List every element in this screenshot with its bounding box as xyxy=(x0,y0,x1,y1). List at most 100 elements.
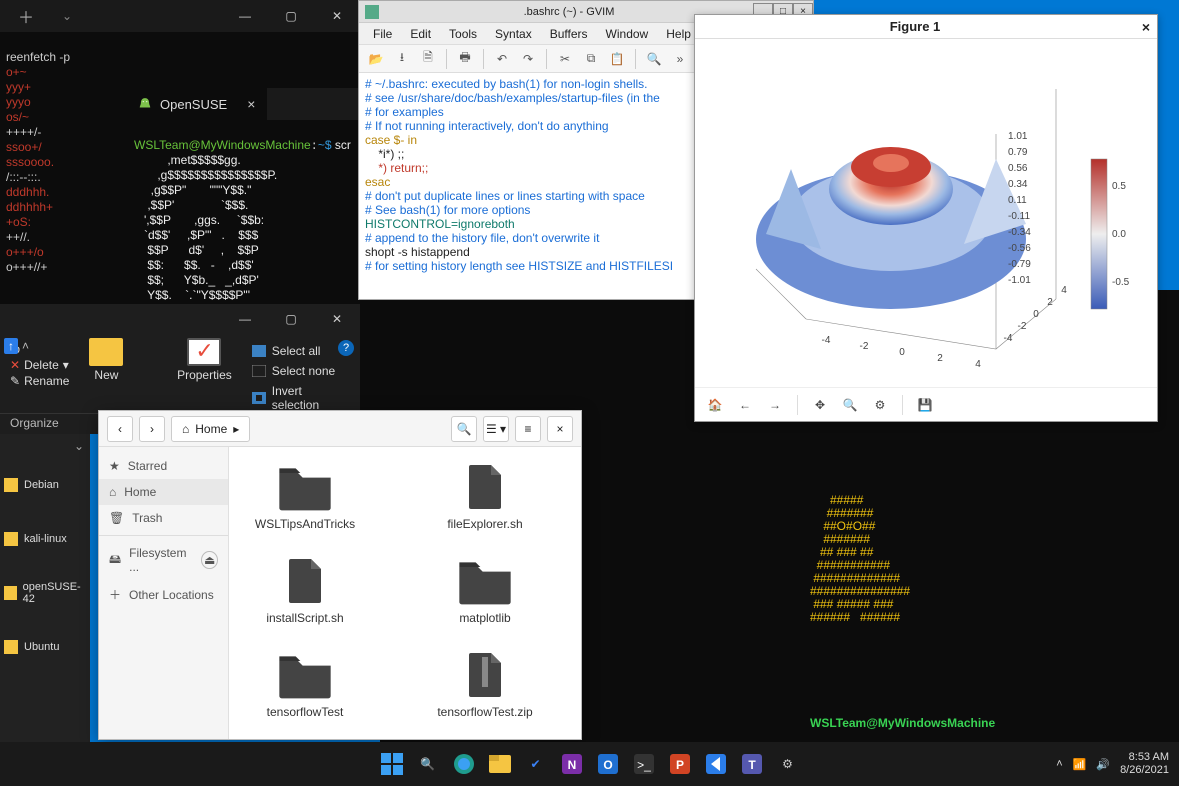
copy-icon[interactable]: ⧉ xyxy=(580,48,602,70)
vscode-icon[interactable] xyxy=(702,750,730,778)
help-icon[interactable]: ? xyxy=(338,340,354,356)
undo-icon[interactable]: ↶ xyxy=(491,48,513,70)
ribbon-close-button[interactable]: ✕ xyxy=(314,304,360,334)
cut-icon[interactable]: ✂ xyxy=(554,48,576,70)
edge-icon[interactable] xyxy=(450,750,478,778)
file-item[interactable]: installScript.sh xyxy=(245,557,365,625)
nav-forward-button[interactable]: › xyxy=(139,416,165,442)
nautilus-content[interactable]: WSLTipsAndTricks fileExplorer.sh installSc… xyxy=(229,447,581,739)
menu-syntax[interactable]: Syntax xyxy=(487,24,540,44)
sidebar-starred[interactable]: ★ Starred xyxy=(99,453,228,479)
tray-chevron-icon[interactable]: ˄ xyxy=(1056,758,1062,770)
sidebar-other-locations[interactable]: ＋ Other Locations xyxy=(99,580,228,609)
wifi-icon[interactable]: 📶 xyxy=(1073,758,1087,771)
open-icon[interactable]: 📂 xyxy=(365,48,387,70)
eject-icon[interactable]: ⏏ xyxy=(201,551,218,569)
file-item[interactable]: matplotlib xyxy=(425,557,545,625)
sidebar-trash[interactable]: 🗑 Trash xyxy=(99,505,228,531)
ribbon-collapse-icon[interactable]: ˄ xyxy=(22,339,29,353)
ribbon-maximize-button[interactable]: ▢ xyxy=(268,304,314,334)
todo-icon[interactable]: ✔ xyxy=(522,750,550,778)
windows-taskbar: 🔍 ✔ N O >_ P T ⚙ ˄ 📶 🔊 8:53 AM 8/26/2021 xyxy=(0,742,1179,786)
kali-dragon: ##### ####### ##O#O## ####### ## ### ## … xyxy=(810,468,1170,650)
view-list-button[interactable]: ☰ ▾ xyxy=(483,416,509,442)
select-none-button[interactable]: Select none xyxy=(252,362,350,380)
close-button[interactable]: ✕ xyxy=(314,0,360,32)
terminal-icon[interactable]: >_ xyxy=(630,750,658,778)
svg-text:-0.79: -0.79 xyxy=(1008,259,1031,270)
nautilus-sidebar: ★ Starred ⌂ Home 🗑 Trash 🖴 Filesystem ..… xyxy=(99,447,229,739)
save-icon[interactable]: ⭳ xyxy=(391,48,413,70)
menu-help[interactable]: Help xyxy=(658,24,699,44)
rename-button[interactable]: ✎Rename xyxy=(10,374,69,388)
svg-text:0.34: 0.34 xyxy=(1008,179,1028,190)
find-icon[interactable]: 🔍 xyxy=(643,48,665,70)
settings-icon[interactable]: ⚙ xyxy=(774,750,802,778)
search-button[interactable]: 🔍 xyxy=(451,416,477,442)
save-figure-icon[interactable]: 💾 xyxy=(913,393,937,417)
file-item[interactable]: fileExplorer.sh xyxy=(425,463,545,531)
taskbar-clock[interactable]: 8:53 AM 8/26/2021 xyxy=(1120,751,1169,777)
sidebar-home[interactable]: ⌂ Home xyxy=(99,479,228,505)
paste-icon[interactable]: 📋 xyxy=(606,48,628,70)
tab-opensuse[interactable]: OpenSUSE × xyxy=(126,88,267,120)
redo-icon[interactable]: ↷ xyxy=(517,48,539,70)
svg-text:N: N xyxy=(567,758,576,772)
home-icon[interactable]: 🏠 xyxy=(703,393,727,417)
svg-text:-2: -2 xyxy=(860,341,869,352)
file-item[interactable]: tensorflowTest.zip xyxy=(425,651,545,719)
distro-kali[interactable]: kali-linux xyxy=(0,512,90,566)
distro-debian[interactable]: Debian xyxy=(0,458,90,512)
new-tab-button[interactable]: ＋ xyxy=(0,0,52,32)
svg-text:0.5: 0.5 xyxy=(1112,181,1126,192)
explorer-icon[interactable] xyxy=(486,750,514,778)
findnext-icon[interactable]: » xyxy=(669,48,691,70)
svg-text:>_: >_ xyxy=(637,758,651,772)
file-item[interactable]: WSLTipsAndTricks xyxy=(245,463,365,531)
terminal-main-titlebar[interactable]: ＋ ⌄ — ▢ ✕ xyxy=(0,0,360,32)
ribbon-minimize-button[interactable]: — xyxy=(222,304,268,334)
search-icon[interactable]: 🔍 xyxy=(414,750,442,778)
outlook-icon[interactable]: O xyxy=(594,750,622,778)
svg-text:4: 4 xyxy=(1061,285,1067,296)
chevron-down-icon[interactable]: ⌄ xyxy=(74,439,84,453)
onenote-icon[interactable]: N xyxy=(558,750,586,778)
figure-close-button[interactable]: × xyxy=(1135,19,1157,35)
menu-file[interactable]: File xyxy=(365,24,400,44)
distro-ubuntu[interactable]: Ubuntu xyxy=(0,620,90,674)
properties-button[interactable]: Properties xyxy=(177,338,232,382)
breadcrumb-home[interactable]: ⌂ Home ▸ xyxy=(171,416,250,442)
opensuse-prompt-path: ~$ xyxy=(318,138,332,152)
figure-title: Figure 1 xyxy=(695,19,1135,34)
pan-icon[interactable]: ✥ xyxy=(808,393,832,417)
menu-buffers[interactable]: Buffers xyxy=(542,24,596,44)
tab-close-icon[interactable]: × xyxy=(247,96,255,112)
svg-text:4: 4 xyxy=(975,359,981,370)
teams-icon[interactable]: T xyxy=(738,750,766,778)
configure-icon[interactable]: ⚙ xyxy=(868,393,892,417)
menu-tools[interactable]: Tools xyxy=(441,24,485,44)
new-button[interactable]: New xyxy=(89,338,123,382)
select-all-button[interactable]: Select all xyxy=(252,342,350,360)
saveall-icon[interactable]: 🗎 xyxy=(417,48,439,70)
menu-window[interactable]: Window xyxy=(598,24,657,44)
sidebar-filesystem[interactable]: 🖴 Filesystem ...⏏ xyxy=(99,535,228,580)
minimize-button[interactable]: — xyxy=(222,0,268,32)
start-button[interactable] xyxy=(378,750,406,778)
distro-opensuse[interactable]: openSUSE-42 xyxy=(0,566,90,620)
back-icon[interactable]: ← xyxy=(733,393,757,417)
hamburger-button[interactable]: ≡ xyxy=(515,416,541,442)
delete-button[interactable]: ✕Delete ▾ xyxy=(10,358,69,372)
zoom-icon[interactable]: 🔍 xyxy=(838,393,862,417)
nav-back-button[interactable]: ‹ xyxy=(107,416,133,442)
maximize-button[interactable]: ▢ xyxy=(268,0,314,32)
nautilus-close-button[interactable]: × xyxy=(547,416,573,442)
file-item[interactable]: tensorflowTest xyxy=(245,651,365,719)
volume-icon[interactable]: 🔊 xyxy=(1096,758,1110,771)
print-icon[interactable]: 🖶 xyxy=(454,48,476,70)
powerpoint-icon[interactable]: P xyxy=(666,750,694,778)
forward-icon[interactable]: → xyxy=(763,393,787,417)
figure-titlebar[interactable]: Figure 1 × xyxy=(695,15,1157,39)
menu-edit[interactable]: Edit xyxy=(402,24,439,44)
gvim-app-icon xyxy=(365,5,379,19)
